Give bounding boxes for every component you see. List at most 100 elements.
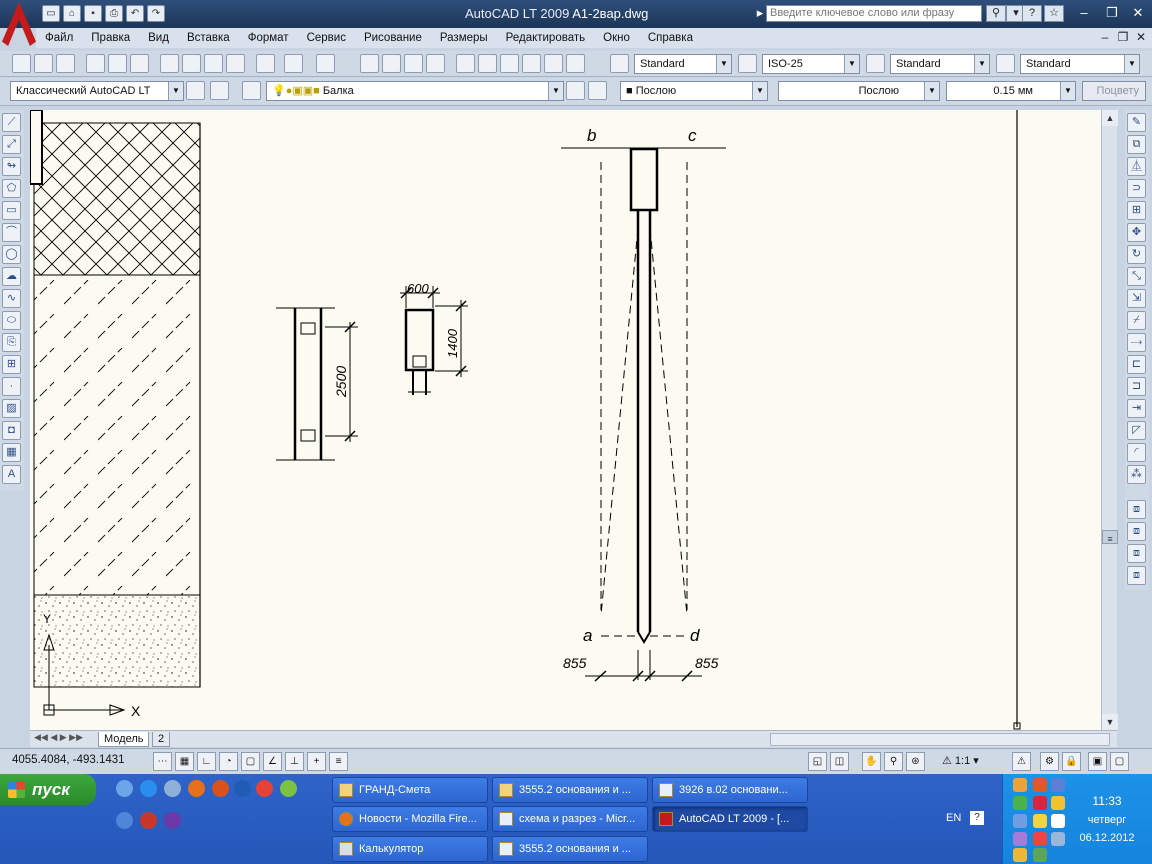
insert-block-icon[interactable]: ⎘: [2, 333, 21, 352]
markup-icon[interactable]: [544, 54, 563, 73]
task-folder-3555[interactable]: 3555.2 основания и ...: [492, 777, 648, 803]
grid-icon[interactable]: ▦: [175, 752, 194, 771]
make-current-layer-icon[interactable]: [566, 81, 585, 100]
save-file-icon[interactable]: [56, 54, 75, 73]
menu-tools[interactable]: Сервис: [298, 32, 355, 44]
ellipse-icon[interactable]: ⬭: [2, 311, 21, 330]
app-icon[interactable]: [212, 780, 229, 797]
language-indicator[interactable]: EN: [946, 812, 961, 824]
break-point-icon[interactable]: ⊏: [1127, 355, 1146, 374]
construction-line-icon[interactable]: ⤢: [2, 135, 21, 154]
fillet-icon[interactable]: ◜: [1127, 443, 1146, 462]
scroll-up-icon[interactable]: ▲: [1102, 110, 1118, 126]
menu-window[interactable]: Окно: [594, 32, 639, 44]
undo-icon[interactable]: ↶: [126, 5, 144, 22]
tray-app-icon[interactable]: [1013, 848, 1027, 862]
block-editor-icon[interactable]: [256, 54, 275, 73]
pan-icon[interactable]: [360, 54, 379, 73]
workspace-settings-icon[interactable]: [186, 81, 205, 100]
dyn-ucs-icon[interactable]: ⊥: [285, 752, 304, 771]
revision-cloud-icon[interactable]: ☁: [2, 267, 21, 286]
region-icon[interactable]: ◘: [2, 421, 21, 440]
horizontal-scrollbar[interactable]: [770, 733, 1110, 746]
table-style-select[interactable]: Standard ▼: [890, 54, 990, 74]
opera-icon[interactable]: [140, 812, 157, 829]
start-button[interactable]: пуск: [0, 774, 96, 805]
chrome-icon[interactable]: [256, 780, 273, 797]
menu-edit[interactable]: Правка: [82, 32, 139, 44]
autocad-logo-icon[interactable]: [2, 2, 36, 46]
tab-layout-2[interactable]: 2: [152, 732, 171, 747]
layer-previous-icon[interactable]: [588, 81, 607, 100]
plot-preview-icon[interactable]: [108, 54, 127, 73]
circle-icon[interactable]: ◯: [2, 245, 21, 264]
minimize-button[interactable]: –: [1072, 4, 1096, 22]
tray-app-icon[interactable]: [1033, 796, 1047, 810]
plot-icon[interactable]: [86, 54, 105, 73]
layer-select[interactable]: 💡●▣▣■ Балка ▼: [266, 81, 564, 101]
menu-format[interactable]: Формат: [239, 32, 298, 44]
tray-app-icon[interactable]: [1013, 778, 1027, 792]
osnap-icon[interactable]: ▢: [241, 752, 260, 771]
task-word-3926[interactable]: 3926 в.02 основани...: [652, 777, 808, 803]
steering-wheel-icon[interactable]: ⊛: [906, 752, 925, 771]
undo-toolbar-icon[interactable]: [284, 54, 303, 73]
mirror-icon[interactable]: ⏅: [1127, 157, 1146, 176]
design-center-icon[interactable]: [478, 54, 497, 73]
volume-icon[interactable]: [1033, 832, 1047, 846]
point-icon[interactable]: ·: [2, 377, 21, 396]
draworder-front-icon[interactable]: ⧈: [1127, 500, 1146, 519]
lineweight-icon[interactable]: ≡: [329, 752, 348, 771]
qnew-icon[interactable]: [12, 54, 31, 73]
layer-properties-icon[interactable]: [242, 81, 261, 100]
polygon-icon[interactable]: ⬠: [2, 179, 21, 198]
zoom-previous-icon[interactable]: [426, 54, 445, 73]
new-icon[interactable]: ▭: [42, 5, 60, 22]
zoom-status-icon[interactable]: ⚲: [884, 752, 903, 771]
firefox-icon[interactable]: [188, 780, 205, 797]
erase-icon[interactable]: ✎: [1127, 113, 1146, 132]
favorites-icon[interactable]: ☆: [1044, 5, 1064, 22]
dyn-input-icon[interactable]: +: [307, 752, 326, 771]
match-properties-icon[interactable]: [226, 54, 245, 73]
tab-nav-arrows-icon[interactable]: ◀◀ ◀ ▶ ▶▶: [34, 732, 83, 743]
workspace-select[interactable]: Классический AutoCAD LT ▼: [10, 81, 184, 101]
hatch-icon[interactable]: ▨: [2, 399, 21, 418]
paste-icon[interactable]: [204, 54, 223, 73]
copy-icon[interactable]: [182, 54, 201, 73]
draworder-back-icon[interactable]: ⧈: [1127, 522, 1146, 541]
save-icon[interactable]: ▪: [84, 5, 102, 22]
ortho-icon[interactable]: ∟: [197, 752, 216, 771]
clean-screen-icon[interactable]: ▢: [1110, 752, 1129, 771]
menu-view[interactable]: Вид: [139, 32, 178, 44]
rotate-icon[interactable]: ↻: [1127, 245, 1146, 264]
doc-close-button[interactable]: ✕: [1132, 30, 1150, 46]
task-autocad[interactable]: AutoCAD LT 2009 - [...: [652, 806, 808, 832]
zoom-realtime-icon[interactable]: [382, 54, 401, 73]
extend-icon[interactable]: ⤏: [1127, 333, 1146, 352]
winrar-icon[interactable]: [164, 812, 181, 829]
security-icon[interactable]: [1051, 796, 1065, 810]
media-player-icon[interactable]: [234, 780, 251, 797]
break-icon[interactable]: ⊐: [1127, 377, 1146, 396]
task-word-scheme[interactable]: схема и разрез - Micr...: [492, 806, 648, 832]
line-icon[interactable]: ⟋: [2, 113, 21, 132]
network-tray-icon[interactable]: [1013, 814, 1027, 828]
tray-app-icon[interactable]: [1033, 778, 1047, 792]
mleader-style-select[interactable]: Standard ▼: [1020, 54, 1140, 74]
dim-style-select[interactable]: ISO-25 ▼: [762, 54, 860, 74]
quickcalc-icon[interactable]: [566, 54, 585, 73]
open-icon[interactable]: ⌂: [63, 5, 81, 22]
scroll-down-icon[interactable]: ▼: [1102, 714, 1118, 730]
workspace-save-icon[interactable]: [210, 81, 229, 100]
explode-icon[interactable]: ⁂: [1127, 465, 1146, 484]
tray-app-icon[interactable]: [1033, 848, 1047, 862]
desktop-icon[interactable]: [116, 780, 133, 797]
antivirus-icon[interactable]: [1013, 796, 1027, 810]
vertical-scrollbar[interactable]: ▲ ≡ ▼: [1101, 110, 1118, 730]
help-tray-icon[interactable]: ?: [970, 811, 984, 825]
doc-minimize-button[interactable]: –: [1096, 30, 1114, 46]
pan-status-icon[interactable]: ✋: [862, 752, 881, 771]
text-style-select[interactable]: Standard ▼: [634, 54, 732, 74]
properties-icon[interactable]: [456, 54, 475, 73]
